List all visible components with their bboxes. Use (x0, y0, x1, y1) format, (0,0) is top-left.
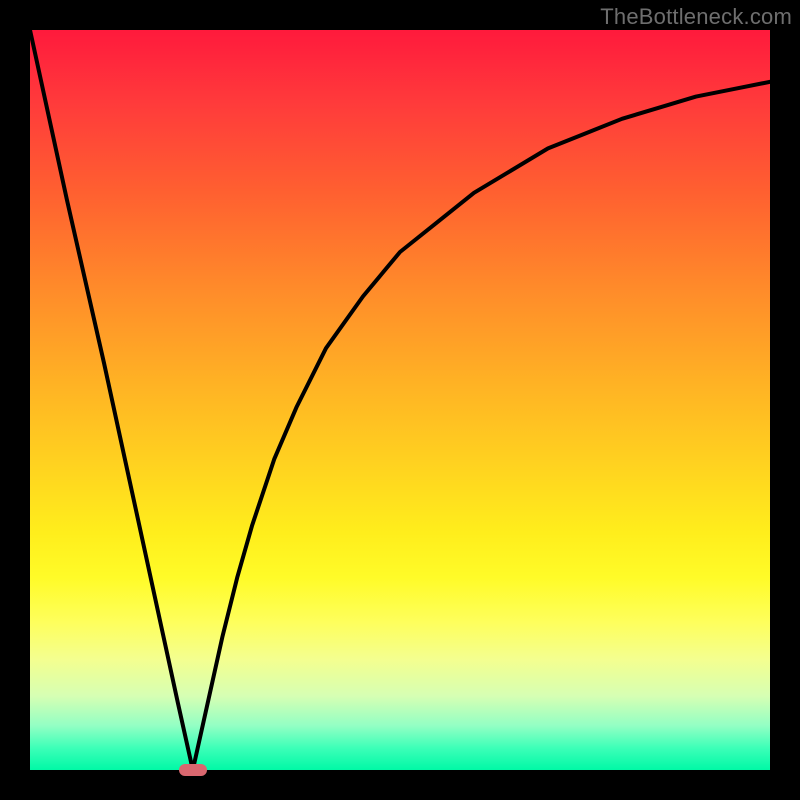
watermark-text: TheBottleneck.com (600, 4, 792, 30)
chart-frame: TheBottleneck.com (0, 0, 800, 800)
optimal-marker (179, 764, 207, 776)
curve-path (30, 30, 770, 770)
plot-area (30, 30, 770, 770)
bottleneck-curve (30, 30, 770, 770)
